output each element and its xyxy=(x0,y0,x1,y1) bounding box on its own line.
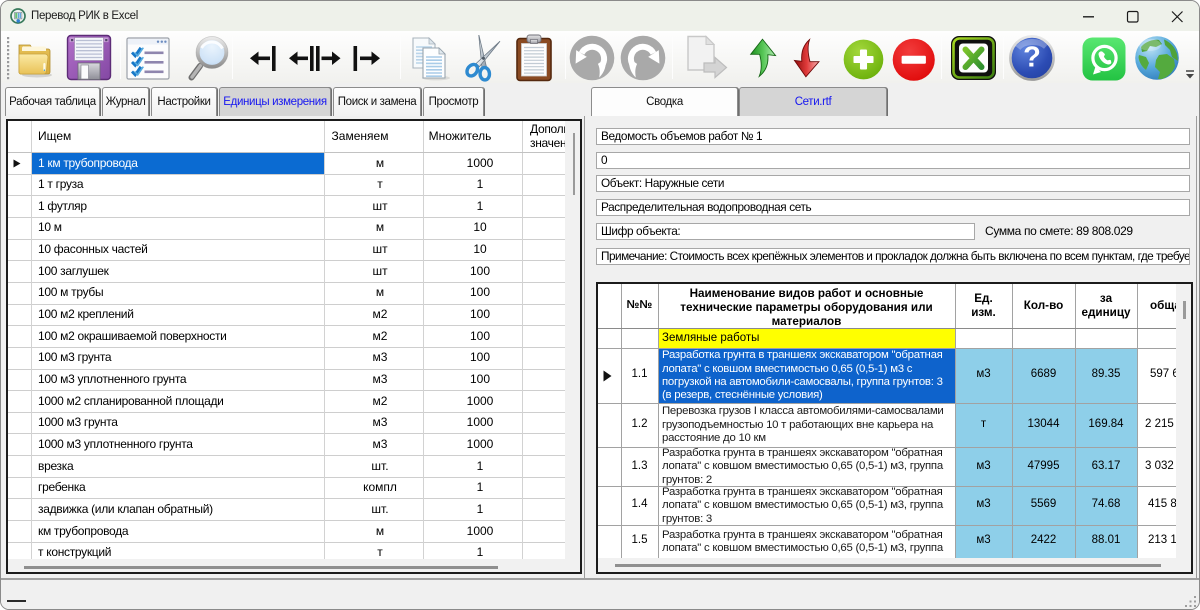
svg-text:?: ? xyxy=(1023,42,1041,74)
